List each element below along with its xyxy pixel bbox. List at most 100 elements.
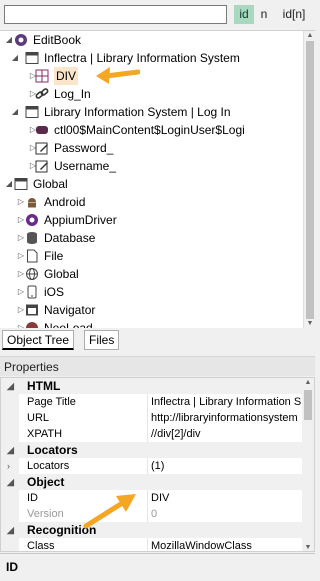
property-category[interactable]: ◢ HTML — [1, 378, 304, 394]
property-value[interactable]: http://libraryinformationsystem — [151, 410, 304, 426]
property-category-label: Locators — [27, 443, 78, 457]
property-row[interactable]: ID DIV — [1, 490, 304, 506]
tree-node-label: AppiumDriver — [44, 213, 117, 227]
tree-node[interactable]: ▷ DIV — [0, 67, 300, 85]
collapse-icon[interactable]: ◢ — [7, 378, 17, 394]
tree-node-label: Password_ — [54, 141, 114, 155]
collapse-icon[interactable]: ◢ — [7, 442, 17, 458]
tree-node[interactable]: ◢ EditBook — [0, 31, 300, 49]
property-category[interactable]: ◢ Object — [1, 474, 304, 490]
property-row[interactable]: › Locators (1) — [1, 458, 304, 474]
tree-node-label: EditBook — [33, 33, 82, 47]
tree-node-label: Navigator — [44, 303, 96, 317]
scroll-thumb[interactable] — [304, 390, 312, 420]
property-category[interactable]: ◢ Recognition — [1, 522, 304, 538]
tree-node-label: Global — [44, 267, 79, 281]
tree-node-label: Global — [33, 177, 68, 191]
property-row[interactable]: URL http://libraryinformationsystem — [1, 410, 304, 426]
property-separator — [147, 490, 148, 506]
tree-node[interactable]: ▷ ctl00$MainContent$LoginUser$Logi — [0, 121, 300, 139]
tab-object-tree[interactable]: Object Tree — [2, 330, 75, 350]
tree-node-label: DIV — [54, 67, 79, 85]
toggle-n-button[interactable]: n — [257, 5, 271, 24]
browser-window-icon — [25, 51, 39, 65]
tree-node-label: Database — [44, 231, 96, 245]
property-name: Locators — [27, 460, 70, 472]
expand-icon[interactable]: › — [7, 458, 17, 474]
browser-window-icon — [25, 105, 39, 119]
property-separator — [147, 394, 148, 410]
tree-node[interactable]: ▷ iOS — [0, 283, 300, 301]
property-grid[interactable]: ◢ HTML Page Title Inflectra | Library Infor… — [0, 377, 315, 552]
button-element-icon — [35, 123, 49, 137]
tree-node[interactable]: ◢ Library Information System | Log In — [0, 103, 300, 121]
tree-scrollbar[interactable]: ▲ ▼ — [303, 31, 315, 328]
property-separator — [147, 410, 148, 426]
navigator-icon — [25, 303, 39, 317]
collapse-icon[interactable]: ◢ — [7, 522, 17, 538]
scroll-down-icon[interactable]: ▼ — [304, 319, 315, 328]
collapse-icon[interactable]: ◢ — [10, 103, 20, 121]
property-grid-scrollbar[interactable]: ▲ ▼ — [302, 378, 314, 551]
search-toolbar: id n id[n] — [0, 0, 315, 30]
toggle-idn-button[interactable]: id[n] — [276, 5, 312, 24]
property-row[interactable]: XPATH //div[2]/div — [1, 426, 304, 442]
tree-node[interactable]: ▷ File — [0, 247, 300, 265]
tree-node-label: Log_In — [54, 87, 91, 101]
property-row[interactable]: Class MozillaWindowClass — [1, 538, 304, 552]
property-value[interactable]: 0 — [151, 506, 304, 522]
div-element-icon — [35, 69, 49, 83]
collapse-icon[interactable]: ◢ — [4, 31, 14, 49]
scroll-down-icon[interactable]: ▼ — [302, 543, 314, 551]
property-row[interactable]: Version 0 — [1, 506, 304, 522]
property-separator — [147, 538, 148, 551]
property-category-label: Object — [27, 475, 65, 489]
collapse-icon[interactable]: ◢ — [4, 175, 14, 193]
tree-node[interactable]: ▷ Global — [0, 265, 300, 283]
tree-node[interactable]: ▷ Password_ — [0, 139, 300, 157]
property-value[interactable]: (1) — [151, 458, 304, 474]
property-value[interactable]: MozillaWindowClass — [151, 538, 304, 551]
android-icon — [25, 195, 39, 209]
tree-node[interactable]: ◢ Inflectra | Library Information System — [0, 49, 300, 67]
globe-icon — [25, 267, 39, 281]
tree-node[interactable]: ▷ Database — [0, 229, 300, 247]
property-value[interactable]: //div[2]/div — [151, 426, 304, 442]
property-category[interactable]: ◢ Locators — [1, 442, 304, 458]
collapse-icon[interactable]: ◢ — [10, 49, 20, 67]
neoload-icon — [25, 321, 39, 328]
tree-node[interactable]: ▷ Log_In — [0, 85, 300, 103]
scroll-up-icon[interactable]: ▲ — [304, 31, 315, 41]
property-separator — [147, 458, 148, 474]
scroll-up-icon[interactable]: ▲ — [302, 378, 314, 388]
toggle-id-button[interactable]: id — [234, 5, 254, 24]
link-icon — [35, 87, 49, 101]
tab-files[interactable]: Files — [84, 330, 120, 350]
file-icon — [25, 249, 39, 263]
tree-node[interactable]: ▷ Username_ — [0, 157, 300, 175]
tree-node[interactable]: ▷ AppiumDriver — [0, 211, 300, 229]
panel-tabs: Object Tree Files — [0, 328, 315, 350]
ios-device-icon — [25, 285, 39, 299]
property-value[interactable]: DIV — [151, 490, 304, 506]
property-description: ID — [0, 553, 315, 581]
property-row[interactable]: Page Title Inflectra | Library Informatio… — [1, 394, 304, 410]
tree-node[interactable]: ▷ NeoLoad — [0, 319, 300, 328]
property-separator — [147, 426, 148, 442]
tree-node[interactable]: ▷ Navigator — [0, 301, 300, 319]
tree-node[interactable]: ▷ Android — [0, 193, 300, 211]
tree-node-label: ctl00$MainContent$LoginUser$Logi — [54, 123, 245, 137]
property-name: Version — [27, 508, 64, 520]
collapse-icon[interactable]: ◢ — [7, 474, 17, 490]
property-value[interactable]: Inflectra | Library Information S — [151, 394, 304, 410]
tree-node-label: Library Information System | Log In — [44, 105, 231, 119]
appium-icon — [25, 213, 39, 227]
tree-node-label: Inflectra | Library Information System — [44, 51, 240, 65]
search-input[interactable] — [4, 5, 227, 24]
property-name: Class — [27, 540, 55, 552]
database-icon — [25, 231, 39, 245]
scroll-thumb[interactable] — [306, 41, 314, 319]
property-name: XPATH — [27, 428, 63, 440]
object-tree[interactable]: ◢ EditBook ◢ Inflectra | Library Informatio… — [0, 30, 315, 328]
tree-node[interactable]: ◢ Global — [0, 175, 300, 193]
